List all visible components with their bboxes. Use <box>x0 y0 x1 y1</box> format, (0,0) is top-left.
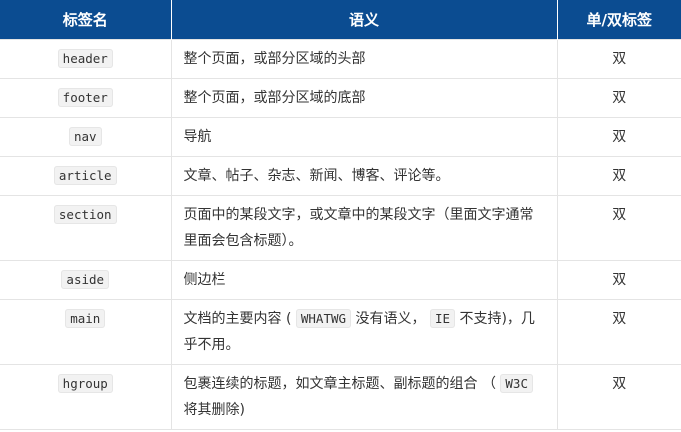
header-tag-name: 标签名 <box>0 0 172 40</box>
tag-code: section <box>53 205 117 224</box>
tag-cell: section <box>0 195 172 261</box>
tag-code: aside <box>61 270 110 289</box>
semantics-cell: 侧边栏 <box>170 260 558 300</box>
table-row: nav 导航 双 <box>0 117 681 157</box>
tag-cell: aside <box>0 260 172 300</box>
description-text: 整个页面，或部分区域的头部 <box>183 51 366 67</box>
description-text: 包裹连续的标题，如文章主标题、副标题的组合 （ <box>183 376 501 392</box>
description-text: 整个页面，或部分区域的底部 <box>183 90 366 106</box>
header-semantics: 语义 <box>171 0 558 40</box>
description-text: 将其删除) <box>183 402 245 418</box>
inline-code: W3C <box>500 374 533 393</box>
header-single-double: 单/双标签 <box>557 0 681 40</box>
tag-type-cell: 双 <box>556 156 681 196</box>
table-row: header 整个页面，或部分区域的头部 双 <box>0 39 681 79</box>
tag-cell: footer <box>0 78 172 118</box>
tag-code: header <box>57 49 113 68</box>
tag-type-cell: 双 <box>556 364 681 430</box>
description-text: 文档的主要内容 ( <box>183 311 296 327</box>
tag-type-cell: 双 <box>556 78 681 118</box>
semantics-cell: 整个页面，或部分区域的头部 <box>170 39 558 79</box>
semantics-cell: 导航 <box>170 117 558 157</box>
tag-cell: nav <box>0 117 172 157</box>
table-row: section 页面中的某段文字，或文章中的某段文字（里面文字通常里面会包含标题）… <box>0 195 681 261</box>
tag-type-cell: 双 <box>556 117 681 157</box>
tag-cell: hgroup <box>0 364 172 430</box>
tag-code: footer <box>57 88 113 107</box>
semantics-cell: 整个页面，或部分区域的底部 <box>170 78 558 118</box>
tag-type-cell: 双 <box>556 260 681 300</box>
table-header-row: 标签名 语义 单/双标签 <box>0 0 681 40</box>
table-row: footer 整个页面，或部分区域的底部 双 <box>0 78 681 118</box>
tag-type-cell: 双 <box>556 39 681 79</box>
description-text: 没有语义， <box>351 311 430 327</box>
tag-code: article <box>53 166 117 185</box>
table-row: main 文档的主要内容 ( WHATWG 没有语义， IE 不支持)，几乎不用。… <box>0 299 681 365</box>
tag-type-cell: 双 <box>556 195 681 261</box>
semantics-cell: 页面中的某段文字，或文章中的某段文字（里面文字通常里面会包含标题）。 <box>170 195 558 261</box>
tag-code: main <box>65 309 106 328</box>
table-row: hgroup 包裹连续的标题，如文章主标题、副标题的组合 （ W3C 将其删除) 双 <box>0 364 681 430</box>
semantic-tags-table: 标签名 语义 单/双标签 header 整个页面，或部分区域的头部双 footer 整… <box>0 0 681 430</box>
tag-cell: header <box>0 39 172 79</box>
description-text: 侧边栏 <box>183 272 226 288</box>
semantics-cell: 文档的主要内容 ( WHATWG 没有语义， IE 不支持)，几乎不用。 <box>170 299 558 365</box>
inline-code: WHATWG <box>295 309 352 328</box>
description-text: 导航 <box>183 129 212 145</box>
tag-cell: article <box>0 156 172 196</box>
inline-code: IE <box>429 309 455 328</box>
description-text: 页面中的某段文字，或文章中的某段文字（里面文字通常里面会包含标题）。 <box>183 207 534 249</box>
tag-code: hgroup <box>57 374 113 393</box>
table-row: aside 侧边栏 双 <box>0 260 681 300</box>
semantics-cell: 文章、帖子、杂志、新闻、博客、评论等。 <box>170 156 558 196</box>
tag-code: nav <box>68 127 102 146</box>
tag-type-cell: 双 <box>556 299 681 365</box>
tag-cell: main <box>0 299 172 365</box>
description-text: 文章、帖子、杂志、新闻、博客、评论等。 <box>183 168 450 184</box>
semantics-cell: 包裹连续的标题，如文章主标题、副标题的组合 （ W3C 将其删除) <box>170 364 558 430</box>
table-row: article 文章、帖子、杂志、新闻、博客、评论等。 双 <box>0 156 681 196</box>
